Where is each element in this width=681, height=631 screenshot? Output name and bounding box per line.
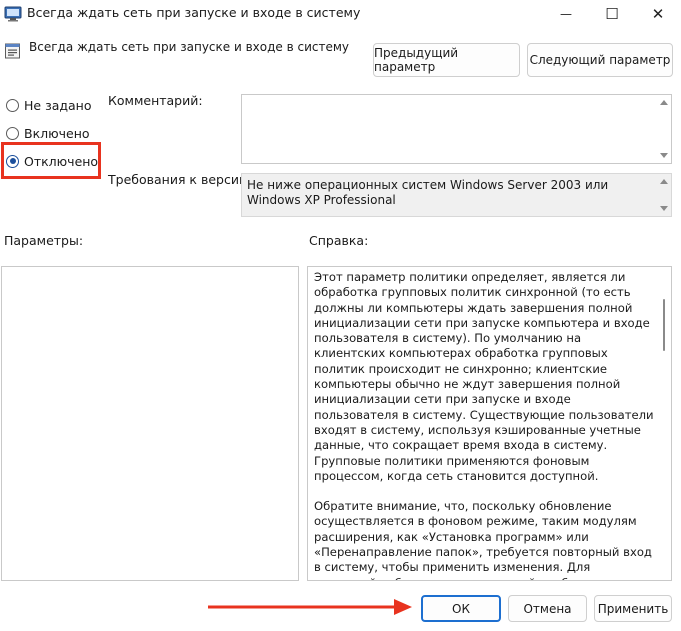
help-label: Справка:: [309, 233, 369, 248]
scroll-down-icon[interactable]: [660, 153, 668, 158]
supported-on-field: Не ниже операционных систем Windows Serv…: [241, 173, 672, 217]
options-label: Параметры:: [4, 233, 84, 248]
comment-label: Комментарий:: [108, 93, 203, 108]
policy-window-icon: [4, 6, 22, 22]
scroll-down-icon[interactable]: [660, 206, 668, 211]
close-icon: ✕: [651, 5, 665, 23]
minimize-button[interactable]: —: [543, 0, 589, 28]
comment-scrollbar[interactable]: [657, 95, 671, 163]
policy-setting-icon: [4, 42, 22, 60]
minimize-icon: —: [560, 7, 572, 21]
radio-not-configured-circle[interactable]: [6, 98, 19, 112]
ok-button[interactable]: ОК: [421, 595, 501, 622]
maximize-icon: ☐: [605, 5, 619, 23]
policy-name: Всегда ждать сеть при запуске и входе в …: [29, 40, 350, 54]
annotation-arrow-icon: [208, 597, 412, 617]
help-scrollbar-thumb[interactable]: [663, 299, 665, 351]
previous-setting-button[interactable]: Предыдущий параметр: [373, 43, 520, 77]
options-panel: [1, 266, 299, 581]
help-paragraph: Этот параметр политики определяет, являе…: [314, 270, 654, 483]
help-paragraph: Обратите внимание, что, поскольку обновл…: [314, 499, 652, 580]
close-button[interactable]: ✕: [635, 0, 681, 28]
apply-button[interactable]: Применить: [594, 595, 672, 622]
help-panel: Этот параметр политики определяет, являе…: [307, 266, 672, 581]
radio-enabled-circle[interactable]: [6, 126, 19, 140]
title-bar: Всегда ждать сеть при запуске и входе в …: [0, 0, 681, 28]
annotation-highlight-box: [1, 142, 101, 179]
supported-on-value: Не ниже операционных систем Windows Serv…: [247, 178, 609, 207]
radio-not-configured-label: Не задано: [24, 97, 92, 113]
comment-textarea[interactable]: [241, 94, 672, 164]
radio-enabled[interactable]: Включено: [6, 124, 90, 142]
supported-on-label: Требования к версии:: [108, 172, 252, 187]
cancel-button[interactable]: Отмена: [508, 595, 587, 622]
scroll-up-icon[interactable]: [660, 179, 668, 184]
radio-not-configured[interactable]: Не задано: [6, 96, 92, 114]
help-scrollbar[interactable]: [657, 267, 671, 580]
supported-scrollbar[interactable]: [657, 174, 671, 216]
window-title: Всегда ждать сеть при запуске и входе в …: [27, 5, 361, 20]
maximize-button[interactable]: ☐: [589, 0, 635, 28]
next-setting-button[interactable]: Следующий параметр: [527, 43, 673, 77]
scroll-up-icon[interactable]: [660, 100, 668, 105]
radio-enabled-label: Включено: [24, 125, 90, 141]
help-text: Этот параметр политики определяет, являе…: [308, 267, 671, 580]
